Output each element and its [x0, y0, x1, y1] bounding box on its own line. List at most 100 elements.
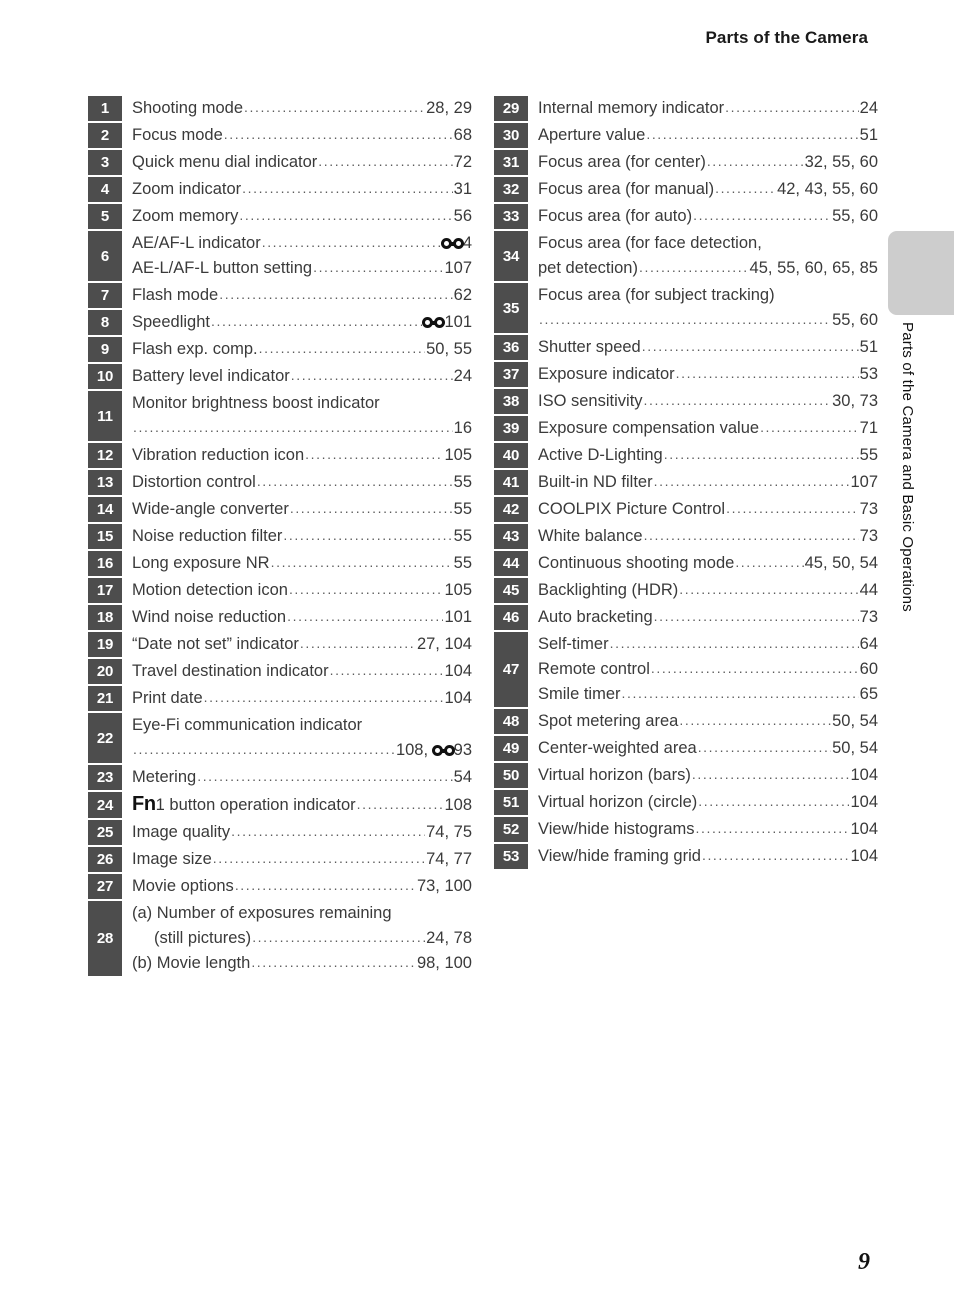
legend-entry-body: Speedlight 101 — [132, 310, 472, 335]
section-thumb-tab — [888, 231, 954, 315]
legend-entry-body: Virtual horizon (circle) 104 — [538, 790, 878, 815]
legend-entry: 40 Active D-Lighting 55 — [494, 443, 878, 468]
leader-dots — [133, 737, 395, 762]
legend-entry-label: Exposure compensation value — [538, 419, 760, 437]
leader-dots — [213, 846, 425, 871]
legend-entry-number: 24 — [88, 792, 122, 818]
legend-entry: 34 Focus area (for face detection, pet det… — [494, 231, 878, 281]
fn-button-icon: Fn — [132, 793, 156, 815]
legend-entry: 28 (a) Number of exposures remaining (stil… — [88, 901, 472, 976]
legend-entry: 16 Long exposure NR 55 — [88, 551, 472, 576]
legend-entry-number: 43 — [494, 524, 528, 549]
legend-entry: 11 Monitor brightness boost indicator 16 — [88, 391, 472, 441]
legend-entry-body: AE/AF-L indicator4AE-L/AF-L button setti… — [132, 231, 472, 281]
legend-entry-pages: 73, 100 — [416, 877, 472, 895]
legend-entry-pages: 28, 29 — [426, 99, 472, 117]
legend-entry: 12 Vibration reduction icon 105 — [88, 443, 472, 468]
legend-entry: 51 Virtual horizon (circle) 104 — [494, 790, 878, 815]
leader-dots — [679, 577, 858, 602]
legend-entry-pages: 51 — [859, 338, 878, 356]
legend-entry-body: Continuous shooting mode 45, 50, 54 — [538, 551, 878, 576]
legend-entry: 33 Focus area (for auto) 55, 60 — [494, 204, 878, 229]
legend-entry-body: Zoom indicator 31 — [132, 177, 472, 202]
legend-entry: 53 View/hide framing grid 104 — [494, 844, 878, 869]
legend-entry-number: 29 — [494, 96, 528, 121]
legend-entry-line: View/hide framing grid 104 — [538, 844, 878, 869]
legend-entry-pages: 53 — [859, 365, 878, 383]
leader-dots — [257, 469, 453, 494]
legend-entry-label: Focus area (for auto) — [538, 207, 693, 225]
leader-dots — [231, 819, 425, 844]
legend-entry-number: 47 — [494, 632, 528, 707]
legend-entry-line: (still pictures) 24, 78 — [132, 926, 472, 951]
section-tab-label: Parts of the Camera and Basic Operations — [899, 322, 916, 612]
legend-entry-label: Movie options — [132, 877, 234, 895]
leader-dots — [707, 149, 804, 174]
legend-entry-line: Long exposure NR 55 — [132, 551, 472, 576]
legend-entry-number: 37 — [494, 362, 528, 387]
leader-dots — [305, 442, 443, 467]
legend-entry-label: Focus area (for center) — [538, 153, 706, 171]
legend-entry-label: Backlighting (HDR) — [538, 581, 679, 599]
leader-dots — [676, 361, 859, 386]
legend-entry-label: Spot metering area — [538, 712, 679, 730]
legend-entry-pages: 44 — [859, 581, 878, 599]
legend-entry-number: 2 — [88, 123, 122, 148]
legend-entry-line: Shooting mode 28, 29 — [132, 96, 472, 121]
legend-entry: 23 Metering 54 — [88, 765, 472, 790]
legend-entry-line: COOLPIX Picture Control 73 — [538, 497, 878, 522]
leader-dots — [698, 735, 831, 760]
legend-entry-line: Remote control 60 — [538, 657, 878, 682]
legend-entry-body: Monitor brightness boost indicator 16 — [132, 391, 472, 441]
legend-entry-body: Battery level indicator 24 — [132, 364, 472, 389]
legend-entry-number: 6 — [88, 231, 122, 281]
legend-entry-label: AE/AF-L indicator — [132, 234, 261, 252]
legend-entry-number: 14 — [88, 497, 122, 522]
legend-entry-body: View/hide framing grid 104 — [538, 844, 878, 869]
leader-dots — [259, 336, 425, 361]
legend-entry: 44 Continuous shooting mode 45, 50, 54 — [494, 551, 878, 576]
leader-dots — [300, 631, 416, 656]
leader-dots — [239, 203, 452, 228]
legend-entry-pages: 54 — [453, 768, 472, 786]
legend-entry-label: Aperture value — [538, 126, 646, 144]
legend-entry-label: Built-in ND filter — [538, 473, 653, 491]
legend-entry-number: 49 — [494, 736, 528, 761]
legend-entry-pages: 104 — [444, 662, 472, 680]
legend-entry-line: Exposure compensation value 71 — [538, 416, 878, 441]
legend-entry-line: Center-weighted area 50, 54 — [538, 736, 878, 761]
legend-entry-pages: 56 — [453, 207, 472, 225]
leader-dots — [539, 307, 831, 332]
legend-entry-body: Flash mode 62 — [132, 283, 472, 308]
legend-entry-label: Focus area (for manual) — [538, 180, 715, 198]
leader-dots — [219, 282, 452, 307]
legend-entry-pages: 32, 55, 60 — [804, 153, 878, 171]
legend-entry-body: “Date not set” indicator 27, 104 — [132, 632, 472, 657]
legend-entry-pages: 50, 55 — [426, 340, 472, 358]
legend-entry: 8 Speedlight 101 — [88, 310, 472, 335]
legend-entry-label: Image quality — [132, 823, 231, 841]
legend-entry-number: 10 — [88, 364, 122, 389]
legend-entry-label: White balance — [538, 527, 643, 545]
legend-entry-label: Smile timer — [538, 685, 621, 703]
legend-entry-body: Backlighting (HDR) 44 — [538, 578, 878, 603]
legend-entry-line: Self-timer 64 — [538, 632, 878, 657]
leader-dots — [698, 789, 849, 814]
legend-entry-line: Focus area (for face detection, — [538, 231, 878, 256]
legend-entry: 35 Focus area (for subject tracking) 55, 6… — [494, 283, 878, 333]
legend-entry-body: Built-in ND filter 107 — [538, 470, 878, 495]
legend-entry-line: Active D-Lighting 55 — [538, 443, 878, 468]
legend-entry-body: Image size 74, 77 — [132, 847, 472, 872]
legend-entry-pages: 30, 73 — [832, 392, 878, 410]
legend-entry-body: Self-timer 64 Remote control 60 Smile timer 6… — [538, 632, 878, 707]
legend-entry-pages: 50, 54 — [832, 739, 878, 757]
legend-entry-pages: 73 — [859, 500, 878, 518]
legend-entry-number: 27 — [88, 874, 122, 899]
reference-section-icon — [431, 745, 455, 756]
legend-entry-line: Smile timer 65 — [538, 682, 878, 707]
legend-entry-body: Print date 104 — [132, 686, 472, 711]
legend-entry-body: ISO sensitivity 30, 73 — [538, 389, 878, 414]
legend-entry-label: Eye-Fi communication indicator — [132, 716, 363, 734]
legend-entry-line: Continuous shooting mode 45, 50, 54 — [538, 551, 878, 576]
legend-entry-number: 20 — [88, 659, 122, 684]
